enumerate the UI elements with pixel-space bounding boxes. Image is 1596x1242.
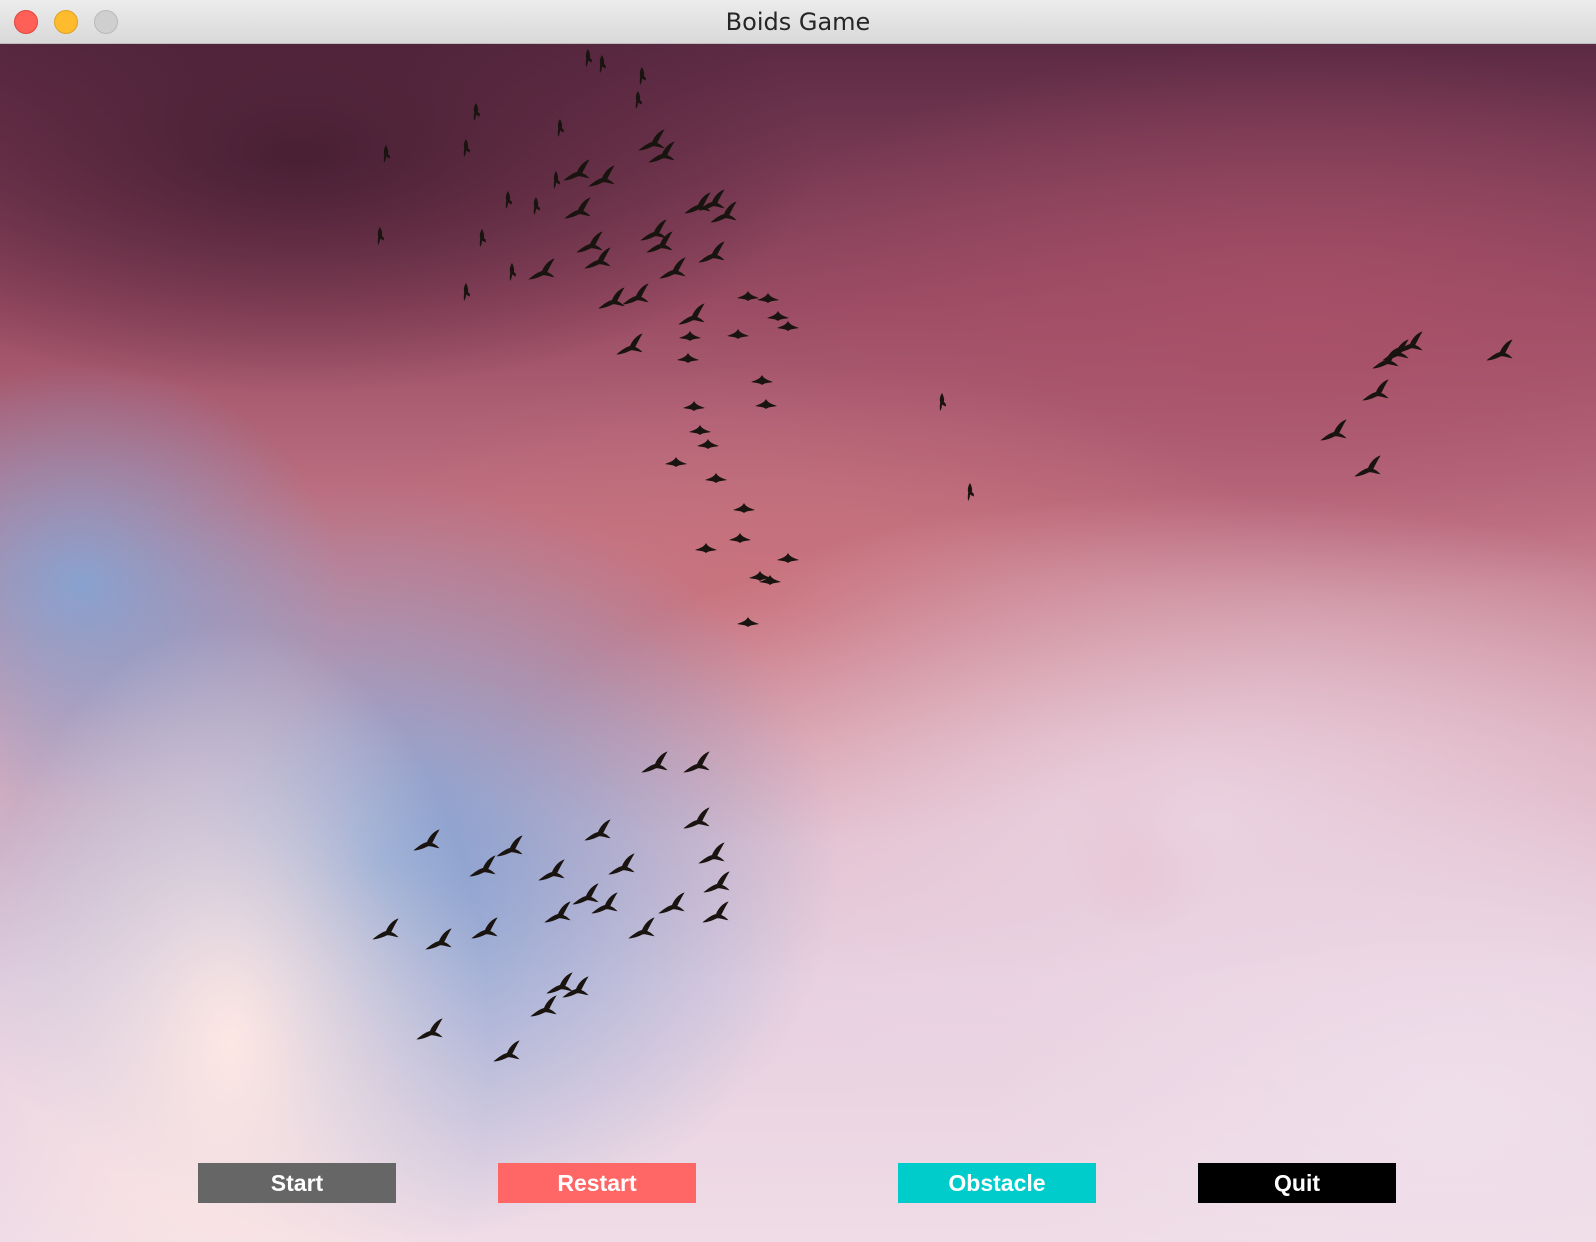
bird-icon (463, 283, 470, 301)
bird-icon (727, 329, 749, 339)
bird-icon (608, 853, 635, 875)
bird-icon (416, 1018, 443, 1040)
bird-icon (628, 917, 655, 939)
bird-icon (576, 231, 603, 253)
bird-icon (377, 227, 384, 245)
bird-icon (757, 293, 779, 303)
window-title: Boids Game (725, 8, 871, 36)
bird-icon (755, 399, 777, 409)
bird-icon (588, 165, 615, 187)
bird-icon (479, 229, 486, 247)
bird-icon (702, 901, 729, 923)
bird-icon (678, 303, 705, 325)
bird-icon (473, 103, 480, 121)
bird-icon (683, 401, 705, 411)
bird-icon (677, 353, 699, 363)
bird-icon (729, 533, 751, 543)
bird-icon (698, 241, 725, 263)
bird-icon (572, 883, 599, 905)
bird-icon (697, 439, 719, 449)
bird-icon (640, 219, 667, 241)
bird-icon (471, 917, 498, 939)
bird-icon (737, 617, 759, 627)
boids-layer (372, 49, 1513, 1062)
bird-icon (658, 892, 685, 914)
bird-icon (705, 473, 727, 483)
bird-icon (777, 321, 799, 331)
bird-icon (425, 928, 452, 950)
bird-icon (463, 139, 470, 157)
bird-icon (689, 425, 711, 435)
bird-icon (659, 257, 686, 279)
bird-icon (777, 553, 799, 563)
bird-icon (703, 871, 730, 893)
bird-icon (584, 247, 611, 269)
bird-icon (939, 393, 946, 411)
obstacle-button[interactable]: Obstacle (898, 1163, 1096, 1203)
game-canvas[interactable] (0, 44, 1596, 1242)
bird-icon (1486, 339, 1513, 361)
bird-icon (530, 995, 557, 1017)
bird-icon (599, 55, 606, 73)
bird-icon (564, 197, 591, 219)
bird-icon (585, 49, 592, 67)
bird-icon (496, 835, 523, 857)
bird-icon (967, 483, 974, 501)
bird-icon (528, 258, 555, 280)
bird-icon (695, 543, 717, 553)
bird-icon (533, 197, 540, 215)
bird-icon (544, 901, 571, 923)
bird-icon (553, 171, 560, 189)
bird-icon (509, 263, 516, 281)
bird-icon (538, 859, 565, 881)
bird-icon (598, 287, 625, 309)
bird-icon (737, 291, 759, 301)
title-bar[interactable]: Boids Game (0, 0, 1596, 44)
bird-icon (733, 503, 755, 513)
bird-icon (751, 375, 773, 385)
bird-icon (383, 145, 390, 163)
quit-button[interactable]: Quit (1198, 1163, 1396, 1203)
bird-icon (641, 751, 668, 773)
bird-icon (767, 311, 789, 321)
bird-icon (683, 751, 710, 773)
bird-icon (413, 829, 440, 851)
bird-icon (584, 819, 611, 841)
bird-flock (372, 49, 1513, 1062)
bird-icon (622, 283, 649, 305)
bird-icon (639, 67, 646, 85)
bird-icon (1372, 347, 1399, 369)
bird-icon (591, 892, 618, 914)
bird-icon (563, 159, 590, 181)
bird-icon (557, 119, 564, 137)
bird-icon (638, 129, 665, 151)
bird-icon (679, 331, 701, 341)
restart-button[interactable]: Restart (498, 1163, 696, 1203)
bird-icon (698, 842, 725, 864)
bird-icon (505, 191, 512, 209)
bird-icon (635, 91, 642, 109)
bird-icon (493, 1040, 520, 1062)
bird-icon (1362, 379, 1389, 401)
bird-icon (469, 855, 496, 877)
start-button[interactable]: Start (198, 1163, 396, 1203)
bird-icon (684, 192, 711, 214)
bird-icon (683, 807, 710, 829)
bird-icon (1354, 455, 1381, 477)
bird-icon (616, 333, 643, 355)
bird-icon (372, 918, 399, 940)
bird-icon (665, 457, 687, 467)
bird-icon (546, 972, 573, 994)
app-window: Boids Game Start Restart Obstacle Quit (0, 0, 1596, 1242)
bird-icon (1320, 419, 1347, 441)
